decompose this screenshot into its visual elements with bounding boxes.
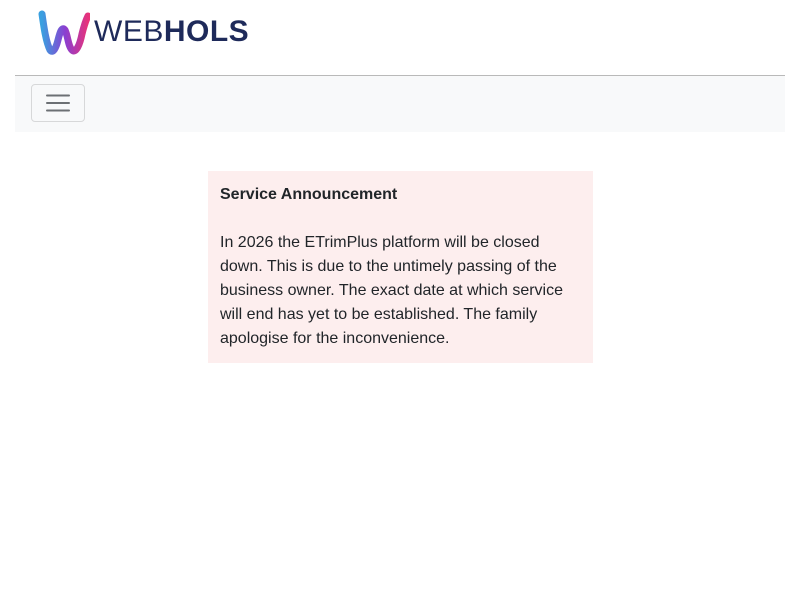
site-logo-link[interactable]: WEBHOLS: [38, 8, 249, 56]
hamburger-menu-icon: [46, 94, 70, 112]
page: WEBHOLS Service Announcement In 2026 the…: [0, 0, 800, 600]
site-logo-text: WEBHOLS: [94, 8, 249, 56]
logo-text-light: WEB: [94, 15, 164, 48]
webhols-w-logo-icon: [38, 10, 90, 55]
announcement-spacer: [220, 207, 581, 231]
announcement-title: Service Announcement: [220, 186, 398, 203]
navbar-toggle-button[interactable]: [31, 84, 85, 122]
navbar: [15, 76, 785, 132]
announcement-body: In 2026 the ETrimPlus platform will be c…: [220, 234, 563, 347]
site-header: WEBHOLS: [15, 0, 785, 76]
service-announcement: Service Announcement In 2026 the ETrimPl…: [208, 171, 593, 363]
logo-text-bold: HOLS: [163, 15, 250, 48]
